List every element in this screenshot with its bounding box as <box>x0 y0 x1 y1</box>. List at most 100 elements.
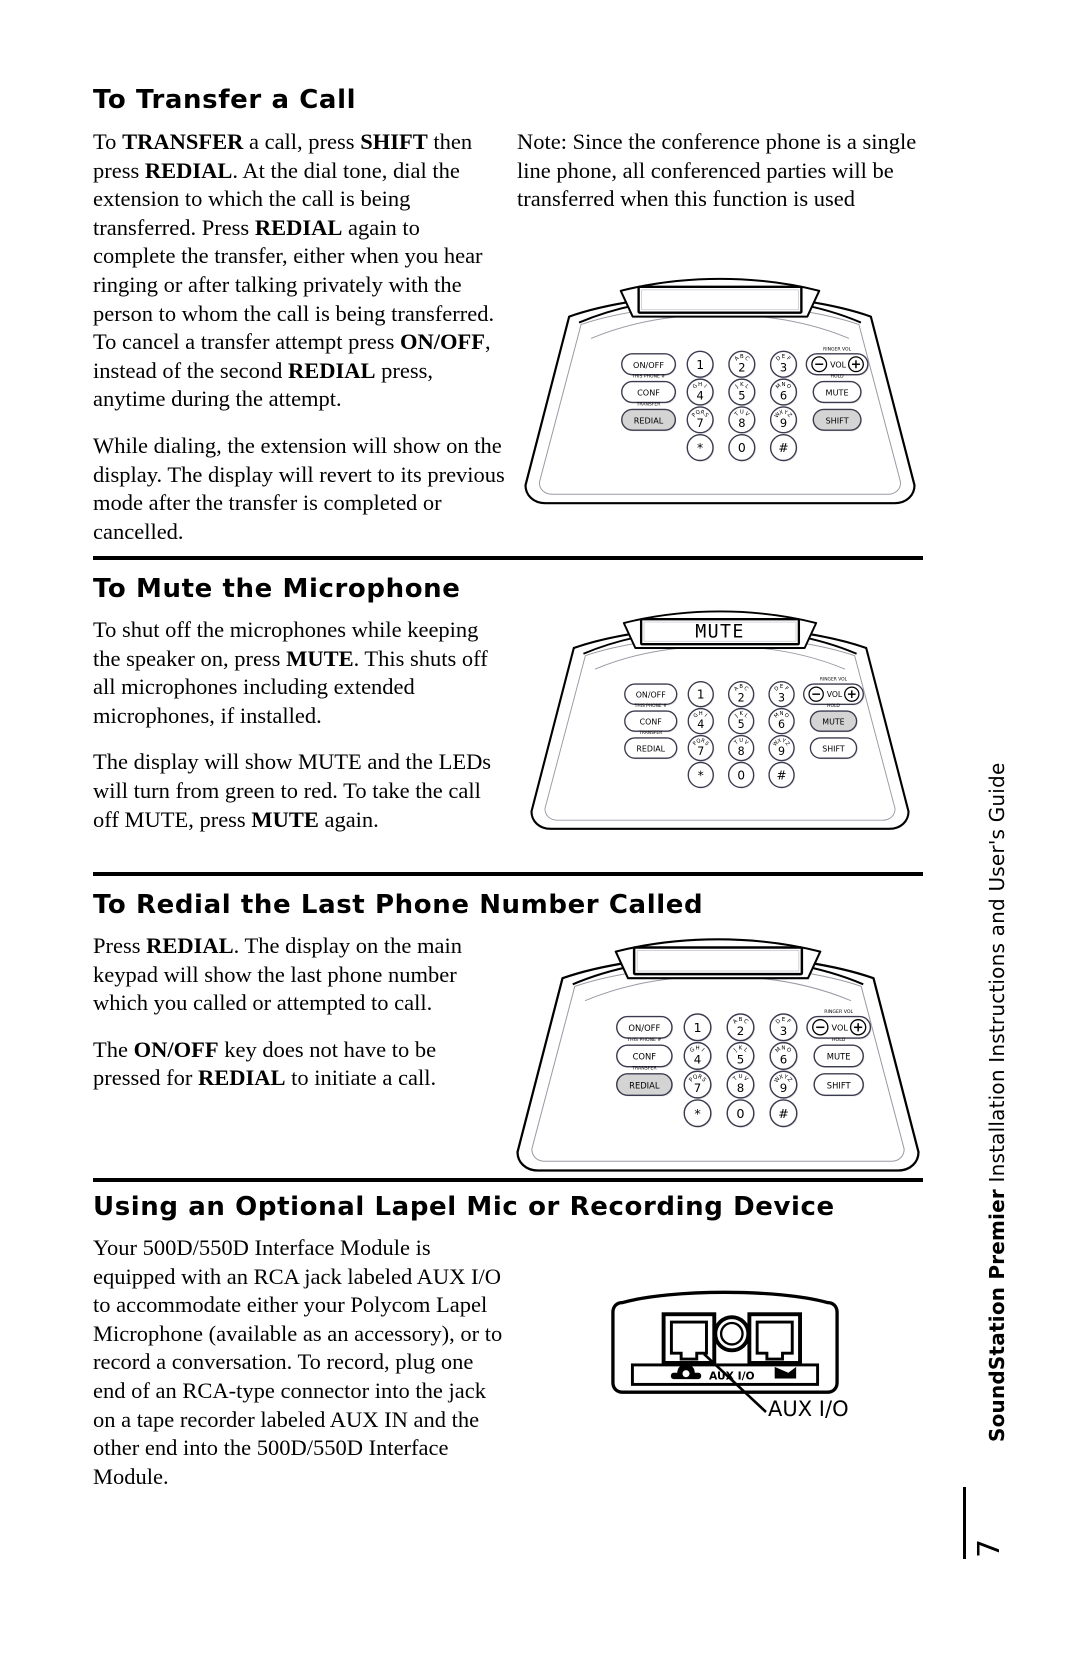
key-secondary-label: HOLD <box>832 1037 846 1043</box>
key-6[interactable]: M N O6 <box>769 378 798 407</box>
key-9[interactable]: WX YZ9 <box>769 406 798 434</box>
key-hash[interactable]: # <box>769 434 798 462</box>
phone-body: 1 A B C2 D E F3 G H I4 J K L5 M N O6 PQRS7 T U V8 WX YZ9 * 0 # ON… <box>524 277 916 505</box>
key-5[interactable]: J K L5 <box>727 707 755 735</box>
key-secondary-label: RINGER VOL <box>820 677 848 683</box>
svg-text:3: 3 <box>778 691 785 704</box>
svg-text:2: 2 <box>738 691 745 704</box>
section-divider <box>93 872 923 876</box>
key-1[interactable]: 1 <box>686 350 715 379</box>
key-6[interactable]: M N O6 <box>768 707 796 735</box>
svg-text:2: 2 <box>738 361 745 375</box>
svg-text:4: 4 <box>694 1053 701 1067</box>
key-label: REDIAL <box>629 1080 660 1090</box>
paragraph: To shut off the microphones while keepin… <box>93 617 488 728</box>
lcd-display-text: MUTE <box>695 621 744 642</box>
paragraph: The ON/OFF key does not have to be press… <box>93 1036 437 1091</box>
key-on-off[interactable]: ON/OFF <box>624 683 678 706</box>
key-label: CONF <box>633 1052 657 1062</box>
svg-text:5: 5 <box>738 718 745 731</box>
key-secondary-label: HOLD <box>831 374 845 380</box>
key-hash[interactable]: # <box>769 1099 798 1128</box>
svg-text:9: 9 <box>780 1081 787 1095</box>
svg-text:#: # <box>777 768 787 782</box>
key-label: MUTE <box>827 1052 851 1062</box>
key-secondary-label: RINGER VOL <box>823 346 852 352</box>
key-4[interactable]: G H I4 <box>683 1041 713 1071</box>
key-9[interactable]: WX YZ9 <box>768 734 796 762</box>
key-label: VOL <box>832 1023 849 1033</box>
running-footer-bold: SoundStation Premier <box>985 1189 1009 1442</box>
key-shift[interactable]: SHIFT <box>813 1073 865 1097</box>
key-9[interactable]: WX YZ9 <box>769 1070 798 1100</box>
svg-text:3: 3 <box>780 1024 787 1038</box>
key-shift[interactable]: SHIFT <box>809 737 858 760</box>
key-7[interactable]: PQRS7 <box>687 734 715 762</box>
section-heading-transfer: To Transfer a Call <box>93 85 513 115</box>
svg-text:9: 9 <box>780 416 787 430</box>
svg-text:7: 7 <box>697 745 704 758</box>
section-body-lapel: Your 500D/550D Interface Module is equip… <box>93 1234 508 1491</box>
key-label: SHIFT <box>826 415 849 425</box>
key-secondary-label: RINGER VOL <box>824 1009 853 1015</box>
paragraph: To TRANSFER a call, press SHIFT then pre… <box>93 129 495 412</box>
running-footer-text: SoundStation Premier Installation Instru… <box>985 763 1009 1442</box>
key-secondary-label: TRANSFER <box>631 1066 657 1072</box>
key-star[interactable]: * <box>686 434 715 462</box>
key-1[interactable]: 1 <box>687 681 715 708</box>
svg-text:4: 4 <box>697 718 704 731</box>
key-4[interactable]: G H I4 <box>687 707 715 735</box>
svg-text:0: 0 <box>737 768 745 782</box>
key-3[interactable]: D E F3 <box>769 350 798 379</box>
key-secondary-label: THIS PHONE # <box>634 703 667 709</box>
key-secondary-label: TRANSFER <box>638 730 662 736</box>
key-shift[interactable]: SHIFT <box>812 408 863 432</box>
svg-text:9: 9 <box>778 745 785 758</box>
svg-text:7: 7 <box>697 416 704 430</box>
key-7[interactable]: PQRS7 <box>683 1070 713 1100</box>
heading-text: To Redial the Last Phone Number Called <box>93 890 704 920</box>
svg-text:0: 0 <box>738 440 746 455</box>
key-8[interactable]: T U V8 <box>728 406 756 434</box>
key-label: VOL <box>827 690 843 699</box>
key-2[interactable]: A B C2 <box>726 1013 756 1042</box>
svg-text:6: 6 <box>780 1053 787 1067</box>
key-label: SHIFT <box>827 1080 852 1090</box>
key-8[interactable]: T U V8 <box>726 1070 756 1100</box>
key-5[interactable]: J K L5 <box>728 378 756 407</box>
key-3[interactable]: D E F3 <box>769 1013 798 1042</box>
phone-illustration-redial: 1 A B C 2 D E F 3 G H I 4 J K L 5 M N O 6 P Q R S 7 T U V 8 W X Y Z 9 * 0 # ON… <box>512 925 924 1193</box>
key-6[interactable]: M N O6 <box>769 1041 798 1071</box>
key-7[interactable]: PQRS7 <box>686 406 715 434</box>
key-on-off[interactable]: ON/OFF <box>621 353 677 376</box>
key-2[interactable]: A B C2 <box>728 350 756 379</box>
svg-text:0: 0 <box>736 1107 744 1122</box>
key-hash[interactable]: # <box>768 761 796 789</box>
svg-text:*: * <box>697 440 703 455</box>
callout-label-aux-io: AUX I/O <box>768 1397 849 1421</box>
key-4[interactable]: G H I4 <box>686 378 715 407</box>
key-0[interactable]: 0 <box>728 434 756 462</box>
key-label: VOL <box>830 360 847 369</box>
key-0[interactable]: 0 <box>726 1099 756 1128</box>
key-2[interactable]: A B C2 <box>727 681 755 708</box>
key-star[interactable]: * <box>687 761 715 789</box>
section-heading-lapel: Using an Optional Lapel Mic or Recording… <box>93 1192 893 1222</box>
key-star[interactable]: * <box>683 1099 713 1128</box>
key-8[interactable]: T U V8 <box>727 734 755 762</box>
heading-text: To Mute the Microphone <box>93 574 461 604</box>
key-secondary-label: HOLD <box>827 703 840 709</box>
key-5[interactable]: J K L5 <box>726 1041 756 1071</box>
section-body-transfer-left: To TRANSFER a call, press SHIFT then pre… <box>93 128 505 546</box>
key-3[interactable]: D E F3 <box>768 681 796 708</box>
svg-text:8: 8 <box>737 1081 744 1095</box>
key-1[interactable]: 1 <box>683 1013 713 1042</box>
phone-illustration-transfer: 1 A B C 2 D E F 3 G H I 4 J K L 5 M N O 6 P Q R S 7 T U V 8 W X Y Z 9 * 0 # ON… <box>520 265 920 525</box>
key-0[interactable]: 0 <box>727 761 755 789</box>
key-label: REDIAL <box>634 415 664 425</box>
paragraph: Your 500D/550D Interface Module is equip… <box>93 1235 503 1489</box>
svg-text:8: 8 <box>738 416 745 430</box>
svg-text:*: * <box>694 1107 700 1122</box>
key-on-off[interactable]: ON/OFF <box>616 1015 674 1040</box>
svg-text:#: # <box>778 440 788 455</box>
